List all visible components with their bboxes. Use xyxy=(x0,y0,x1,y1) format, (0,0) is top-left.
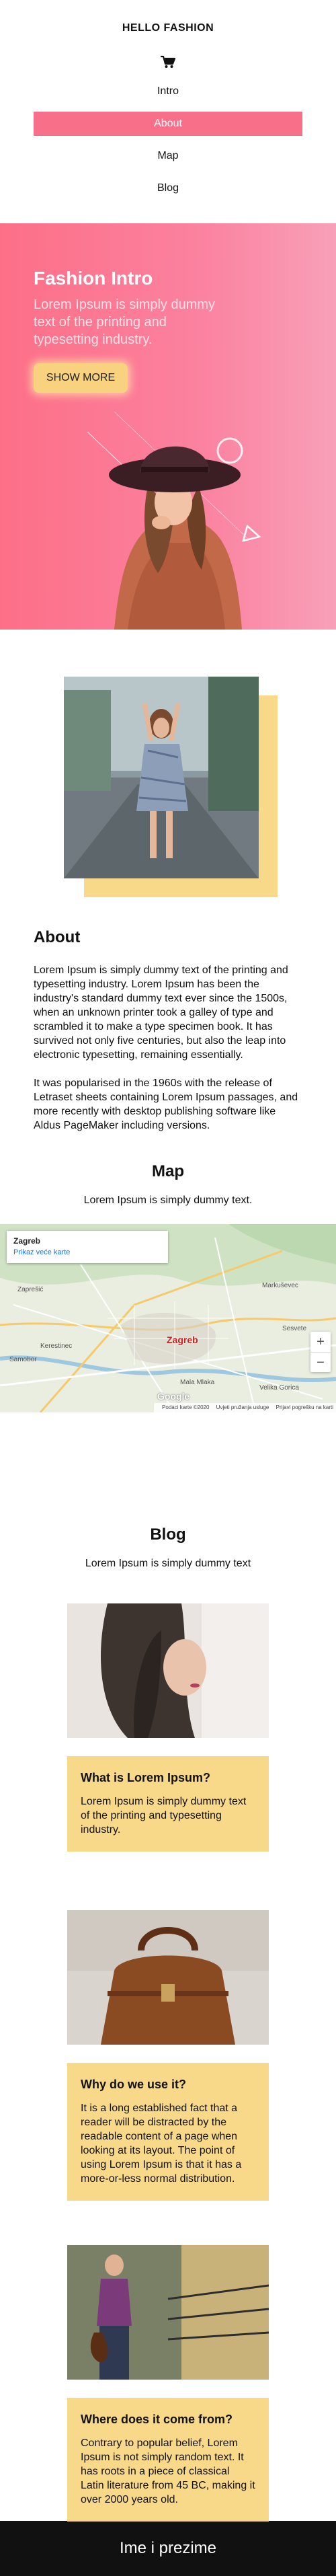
hero-section: Fashion Intro Lorem Ipsum is simply dumm… xyxy=(0,223,336,630)
about-paragraph: It was popularised in the 1960s with the… xyxy=(34,1077,298,1131)
map-label: Samobor xyxy=(9,1356,37,1363)
map-label: Sesvete xyxy=(282,1325,307,1332)
google-logo: Google xyxy=(157,1391,190,1402)
map-place-name: Zagreb xyxy=(13,1236,41,1246)
blog-card[interactable]: What is Lorem Ipsum? Lorem Ipsum is simp… xyxy=(67,1603,269,1852)
map-label: Zaprešić xyxy=(17,1286,44,1293)
blog-card-image xyxy=(67,1603,269,1738)
map-city-label: Zagreb xyxy=(167,1334,198,1345)
blog-card-body: What is Lorem Ipsum? Lorem Ipsum is simp… xyxy=(67,1756,269,1852)
hero-title: Fashion Intro xyxy=(34,268,153,289)
map-label: Velika Gorica xyxy=(259,1384,299,1392)
blog-card-text: It is a long established fact that a rea… xyxy=(81,2103,242,2185)
map-label: Mala Mlaka xyxy=(180,1379,215,1386)
map-terms-link[interactable]: Uvjeti pružanja usluge xyxy=(216,1404,269,1410)
map-subtitle: Lorem Ipsum is simply dummy text. xyxy=(83,1195,253,1206)
blog-card-title[interactable]: Why do we use it? xyxy=(81,2078,255,2092)
blog-card-body: Where does it come from? Contrary to pop… xyxy=(67,2398,269,2522)
map-place-card: Zagreb Prikaz veće karte xyxy=(7,1231,168,1263)
show-more-button[interactable]: SHOW MORE xyxy=(34,363,128,393)
hero-subtitle: Lorem Ipsum is simply dummy text of the … xyxy=(34,297,216,347)
about-photo-frame xyxy=(64,677,278,897)
map-label: Markuševec xyxy=(262,1282,298,1289)
embedded-map[interactable]: Zagreb Prikaz veće karte Zaprešić Sesvet… xyxy=(0,1224,336,1412)
blog-heading: Blog Lorem Ipsum is simply dummy text xyxy=(0,1525,336,1570)
about-title: About xyxy=(34,928,81,946)
blog-section: Blog Lorem Ipsum is simply dummy text Wh… xyxy=(0,1507,336,2522)
map-label: Kerestinec xyxy=(40,1342,73,1350)
map-zoom-control: + − xyxy=(310,1332,331,1372)
blog-card-image xyxy=(67,2245,269,2380)
about-paragraph: Lorem Ipsum is simply dummy text of the … xyxy=(34,964,288,1061)
blog-card-image xyxy=(67,1910,269,2045)
nav-item-blog[interactable]: Blog xyxy=(34,176,302,200)
hero-model-image xyxy=(87,411,261,630)
nav-item-about[interactable]: About xyxy=(34,112,302,136)
blog-card-title[interactable]: Where does it come from? xyxy=(81,2413,255,2427)
map-attribution: Podaci karte ©2020 Uvjeti pružanja uslug… xyxy=(154,1403,336,1412)
about-photo xyxy=(64,677,259,878)
blog-card[interactable]: Where does it come from? Contrary to pop… xyxy=(67,2245,269,2522)
site-footer: Ime i prezime xyxy=(0,2521,336,2576)
zoom-out-button[interactable]: − xyxy=(310,1352,331,1372)
shopping-cart-icon[interactable] xyxy=(160,55,176,69)
map-section: Map Lorem Ipsum is simply dummy text. Za… xyxy=(0,1134,336,1507)
footer-name: Ime i prezime xyxy=(119,2539,217,2557)
blog-card-title[interactable]: What is Lorem Ipsum? xyxy=(81,1771,255,1785)
larger-map-link[interactable]: Prikaz veće karte xyxy=(13,1248,161,1256)
site-header: HELLO FASHION Intro About Map Blog xyxy=(0,0,336,223)
blog-card-text: Lorem Ipsum is simply dummy text of the … xyxy=(81,1796,247,1835)
map-data-credit: Podaci karte ©2020 xyxy=(162,1404,210,1410)
map-title: Map xyxy=(152,1162,184,1180)
blog-card[interactable]: Why do we use it? It is a long establish… xyxy=(67,1910,269,2201)
brand-title[interactable]: HELLO FASHION xyxy=(0,22,336,35)
blog-subtitle: Lorem Ipsum is simply dummy text xyxy=(85,1558,251,1569)
main-nav: Intro About Map Blog xyxy=(0,79,336,200)
map-report-error-link[interactable]: Prijavi pogrešku na karti xyxy=(276,1404,333,1410)
about-text: Lorem Ipsum is simply dummy text of the … xyxy=(34,963,302,1133)
about-section: About Lorem Ipsum is simply dummy text o… xyxy=(0,630,336,1134)
zoom-in-button[interactable]: + xyxy=(310,1332,331,1352)
nav-item-intro[interactable]: Intro xyxy=(34,79,302,104)
blog-card-text: Contrary to popular belief, Lorem Ipsum … xyxy=(81,2437,255,2505)
blog-card-body: Why do we use it? It is a long establish… xyxy=(67,2063,269,2201)
blog-title: Blog xyxy=(150,1525,186,1544)
nav-item-map[interactable]: Map xyxy=(34,144,302,168)
